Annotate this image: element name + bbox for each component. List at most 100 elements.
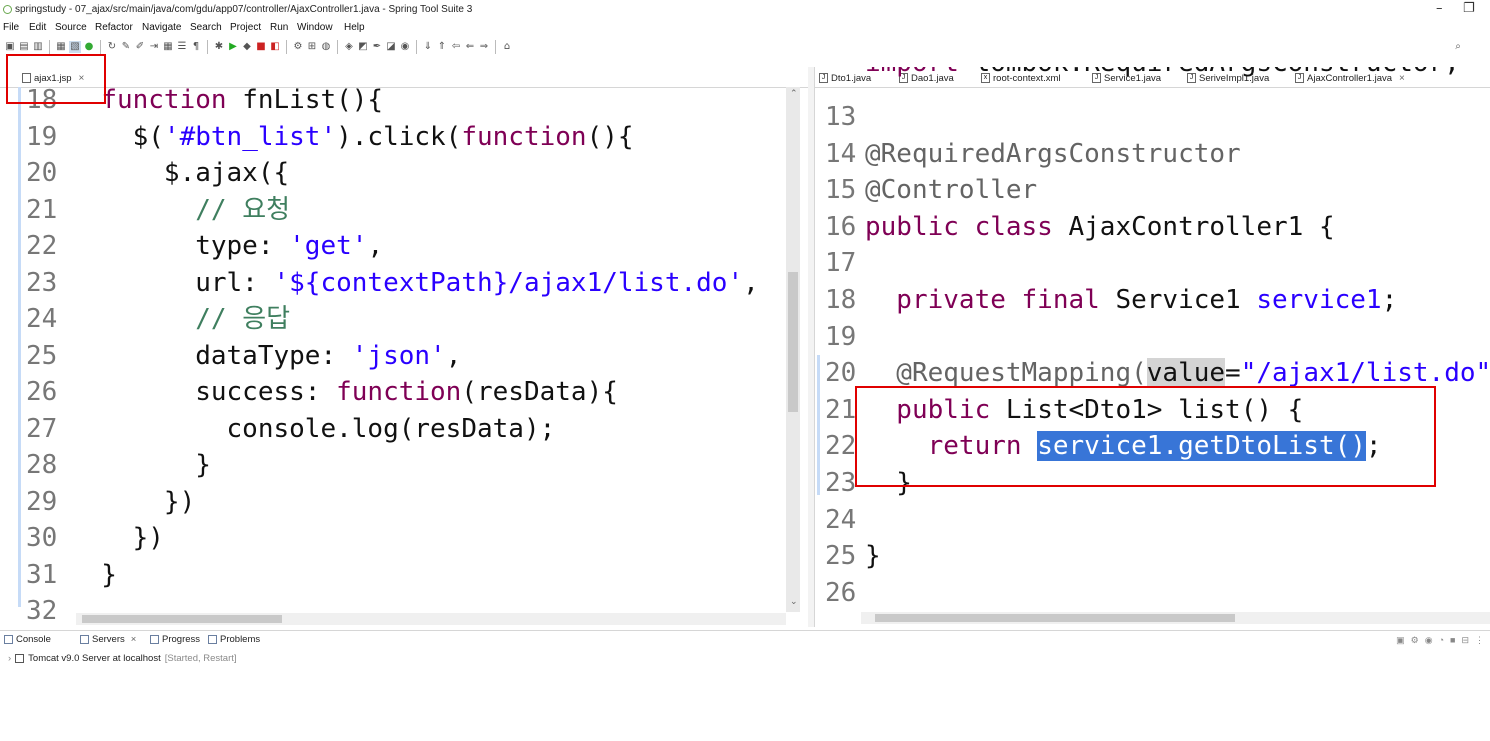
tab-label: Console <box>16 634 51 645</box>
run-icon[interactable]: ▶ <box>227 41 239 53</box>
panel-toolbar: ▣ ⚙ ◉ ◔ ■ ⊟ ⋮ <box>1396 635 1484 646</box>
menu-run[interactable]: Run <box>270 22 288 33</box>
debug-icon[interactable]: ✱ <box>213 41 225 53</box>
menu-search[interactable]: Search <box>190 22 222 33</box>
forward-icon[interactable]: ⇒ <box>478 41 490 53</box>
expand-arrow-icon[interactable]: › <box>8 653 11 664</box>
brush-icon[interactable]: ✒ <box>371 41 383 53</box>
code-line[interactable]: @RequiredArgsConstructor <box>865 136 1241 172</box>
prev-annotation-icon[interactable]: ⇑ <box>436 41 448 53</box>
menu-window[interactable]: Window <box>297 22 333 33</box>
collapse-arrow-icon[interactable]: ⌃ <box>790 89 798 99</box>
stop-server-icon[interactable]: ■ <box>255 41 267 53</box>
left-vertical-scrollbar[interactable] <box>786 87 800 612</box>
scroll-down-icon[interactable]: ⌄ <box>790 597 798 607</box>
view-menu-icon[interactable]: ⋮ <box>1475 635 1484 646</box>
code-line[interactable]: url: '${contextPath}/ajax1/list.do', <box>70 265 759 301</box>
last-edit-icon[interactable]: ⇦ <box>450 41 462 53</box>
menu-refactor[interactable]: Refactor <box>95 22 133 33</box>
code-line[interactable]: // 응답 <box>70 301 290 337</box>
right-horizontal-scrollbar[interactable] <box>861 612 1490 624</box>
print-icon[interactable]: ▦ <box>55 41 67 53</box>
code-line[interactable]: $('#btn_list').click(function(){ <box>70 119 634 155</box>
progress-icon <box>150 635 159 644</box>
code-line[interactable]: function fnList(){ <box>70 82 383 118</box>
server-name: Tomcat v9.0 Server at localhost <box>28 653 161 664</box>
debug-server-icon[interactable]: ▣ <box>1396 635 1405 646</box>
menu-help[interactable]: Help <box>344 22 365 33</box>
skip-icon[interactable]: ⇥ <box>148 41 160 53</box>
task-icon[interactable]: ◪ <box>385 41 397 53</box>
left-hscroll-thumb[interactable] <box>82 615 282 623</box>
tab-servers[interactable]: Servers × <box>80 634 136 645</box>
annotation-icon[interactable]: ◉ <box>399 41 411 53</box>
code-line[interactable]: } <box>70 557 117 593</box>
grid-icon[interactable]: ▦ <box>162 41 174 53</box>
boot-icon[interactable]: ⚙ <box>292 41 304 53</box>
list-icon[interactable]: ☰ <box>176 41 188 53</box>
left-horizontal-scrollbar[interactable] <box>76 613 786 625</box>
start-server-icon[interactable]: ⚙ <box>1411 635 1419 646</box>
toggle-icon[interactable]: ▧ <box>69 41 81 53</box>
restore-button[interactable]: ❐ <box>1463 1 1475 16</box>
left-editor[interactable]: ajax1.jsp × 18 function fnList(){19 $('#… <box>0 67 808 627</box>
menu-file[interactable]: File <box>3 22 19 33</box>
deploy-icon[interactable]: ◧ <box>269 41 281 53</box>
menu-edit[interactable]: Edit <box>29 22 46 33</box>
tab-progress[interactable]: Progress <box>150 634 200 645</box>
menu-source[interactable]: Source <box>55 22 87 33</box>
refresh-icon[interactable]: ↻ <box>106 41 118 53</box>
code-line[interactable]: console.log(resData); <box>70 411 556 447</box>
close-icon[interactable]: × <box>131 634 137 645</box>
code-line[interactable]: $.ajax({ <box>70 155 289 191</box>
code-line[interactable]: }) <box>70 520 164 556</box>
new-icon[interactable]: ▣ <box>4 41 16 53</box>
code-line[interactable]: } <box>70 447 211 483</box>
code-line[interactable]: @Controller <box>865 172 1037 208</box>
change-ruler <box>817 355 820 495</box>
run-ext-icon[interactable]: ◆ <box>241 41 253 53</box>
change-ruler <box>18 87 21 607</box>
globe-icon[interactable]: ◍ <box>320 41 332 53</box>
code-line[interactable]: dataType: 'json', <box>70 338 461 374</box>
code-line[interactable]: } <box>865 538 881 574</box>
profile-server-icon[interactable]: ◔ <box>1439 635 1444 646</box>
save-all-icon[interactable]: ▥ <box>32 41 44 53</box>
menu-navigate[interactable]: Navigate <box>142 22 181 33</box>
code-line[interactable]: public class AjaxController1 { <box>865 209 1335 245</box>
code-line[interactable]: success: function(resData){ <box>70 374 618 410</box>
stop-icon[interactable]: ● <box>83 41 95 53</box>
pin-editor-icon[interactable]: ⌂ <box>501 41 513 53</box>
code-line[interactable]: type: 'get', <box>70 228 383 264</box>
minimize-button[interactable]: – <box>1436 1 1443 16</box>
highlight-box-method <box>855 386 1436 487</box>
back-icon[interactable]: ⇐ <box>464 41 476 53</box>
code-line[interactable]: private final Service1 service1; <box>865 282 1397 318</box>
right-editor[interactable]: J Dto1.java J Dao1.java x root-context.xml … <box>814 67 1490 627</box>
save-icon[interactable]: ▤ <box>18 41 30 53</box>
pencil-icon[interactable]: ✐ <box>134 41 146 53</box>
code-line[interactable]: }) <box>70 484 195 520</box>
left-vscroll-thumb[interactable] <box>788 272 798 412</box>
menu-project[interactable]: Project <box>230 22 261 33</box>
server-row[interactable]: › Tomcat v9.0 Server at localhost [Start… <box>8 653 237 664</box>
wand-icon[interactable]: ✎ <box>120 41 132 53</box>
line-number: 21 <box>26 194 58 225</box>
open-type-icon[interactable]: ◈ <box>343 41 355 53</box>
right-hscroll-thumb[interactable] <box>875 614 1235 622</box>
run-server-icon[interactable]: ◉ <box>1425 635 1433 646</box>
publish-icon[interactable]: ⊟ <box>1461 635 1469 646</box>
paragraph-icon[interactable]: ¶ <box>190 41 202 53</box>
stop-server-icon[interactable]: ■ <box>1450 635 1455 646</box>
open-folder-icon[interactable]: ◩ <box>357 41 369 53</box>
next-annotation-icon[interactable]: ⇓ <box>422 41 434 53</box>
code-line[interactable]: // 요청 <box>70 192 290 228</box>
tab-problems[interactable]: Problems <box>208 634 260 645</box>
tab-label: Servers <box>92 634 125 645</box>
package-icon[interactable]: ⊞ <box>306 41 318 53</box>
search-icon[interactable]: ⌕ <box>1452 41 1464 53</box>
servers-icon <box>80 635 89 644</box>
line-number: 20 <box>26 158 58 188</box>
tab-console[interactable]: Console <box>4 634 51 645</box>
line-number: 24 <box>825 504 857 535</box>
